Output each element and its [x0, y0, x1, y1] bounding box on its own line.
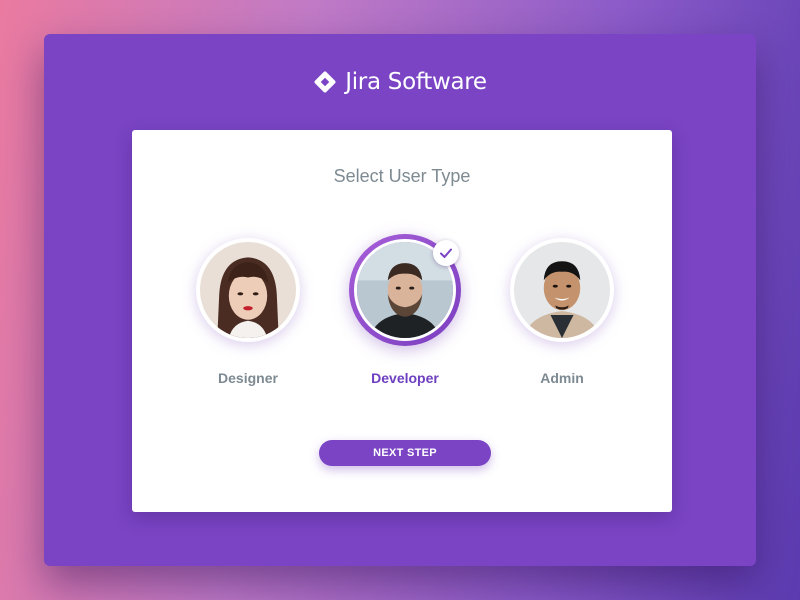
avatar-frame	[196, 238, 300, 342]
user-type-admin[interactable]: Admin	[502, 238, 622, 386]
card-title: Select User Type	[333, 166, 471, 186]
selected-check-badge	[433, 240, 459, 266]
admin-avatar	[514, 242, 610, 338]
user-type-label: Developer	[371, 370, 439, 386]
avatar-frame	[510, 238, 614, 342]
user-type-developer[interactable]: Developer	[345, 234, 465, 386]
user-type-designer[interactable]: Designer	[188, 238, 308, 386]
next-step-button[interactable]: NEXT STEP	[319, 440, 491, 466]
brand-header: Jira Software	[0, 66, 800, 98]
user-type-label: Designer	[218, 370, 278, 386]
jira-logo-icon	[314, 71, 336, 93]
user-type-card: Select User Type Designer Developer Admi…	[132, 130, 672, 512]
app-title: Jira Software	[345, 69, 487, 95]
user-type-label: Admin	[540, 370, 584, 386]
checkmark-icon	[440, 248, 452, 258]
designer-avatar	[200, 242, 296, 338]
avatar-frame-selected	[349, 234, 461, 346]
